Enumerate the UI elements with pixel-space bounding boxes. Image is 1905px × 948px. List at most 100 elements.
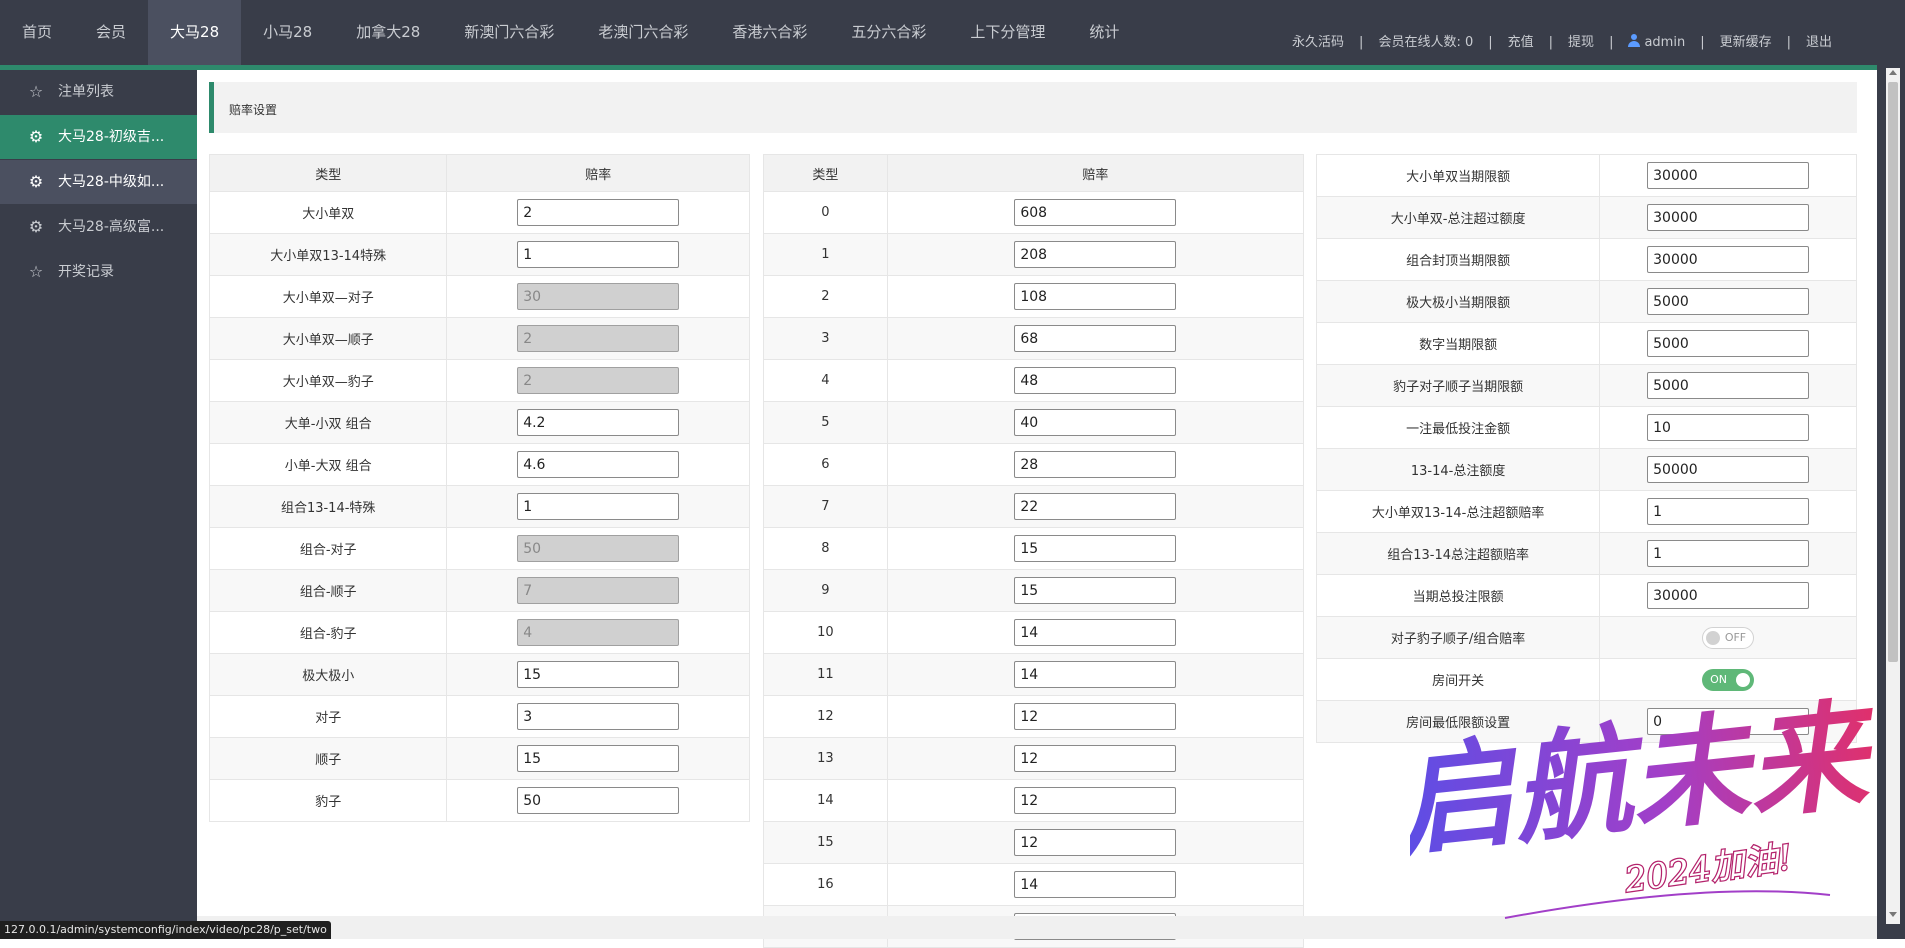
table-row: 大小单双当期限额 <box>1315 154 1857 197</box>
user-menu[interactable]: admin <box>1613 33 1700 53</box>
limit-input[interactable] <box>1647 246 1810 273</box>
refresh-cache-link[interactable]: 更新缓存 <box>1705 33 1787 53</box>
odds-input[interactable] <box>517 241 680 268</box>
table-row: 房间开关 ON <box>1315 658 1857 701</box>
nav-item-hongkong-lottery[interactable]: 香港六合彩 <box>710 0 829 65</box>
nav-item-xiaoma28[interactable]: 小马28 <box>241 0 334 65</box>
limit-input[interactable] <box>1647 456 1810 483</box>
odds-input <box>517 283 680 310</box>
odds-type-label: 顺子 <box>208 737 448 780</box>
nav-item-home[interactable]: 首页 <box>0 0 74 65</box>
horizontal-scrollbar[interactable] <box>197 916 1877 939</box>
nav-item-statistics[interactable]: 统计 <box>1067 0 1141 65</box>
odds-value-cell <box>886 821 1305 864</box>
scroll-down-icon[interactable] <box>1889 912 1897 917</box>
nav-item-five-min-lottery[interactable]: 五分六合彩 <box>829 0 948 65</box>
toggle-state-label: OFF <box>1724 630 1747 644</box>
recharge-link[interactable]: 充值 <box>1493 33 1549 53</box>
table-row: 大小单双 <box>208 191 750 234</box>
odds-input[interactable] <box>1014 409 1177 436</box>
limit-value-cell <box>1599 196 1857 239</box>
odds-input[interactable] <box>1014 199 1177 226</box>
limit-value-cell <box>1599 364 1857 407</box>
number-label: 13 <box>763 737 888 780</box>
limit-input[interactable] <box>1647 498 1810 525</box>
odds-input[interactable] <box>517 493 680 520</box>
odds-input[interactable] <box>517 787 680 814</box>
table-row: 对子豹子顺子/组合赔率 OFF <box>1315 616 1857 659</box>
toggle-switch[interactable]: ON <box>1702 668 1755 691</box>
scroll-up-icon[interactable] <box>1889 70 1897 75</box>
number-label: 4 <box>763 359 888 402</box>
table-row: 顺子 <box>208 737 750 780</box>
odds-input[interactable] <box>1014 535 1177 562</box>
odds-input[interactable] <box>1014 325 1177 352</box>
number-label: 15 <box>763 821 888 864</box>
min-limit-input[interactable] <box>1647 708 1810 735</box>
limit-input[interactable] <box>1647 372 1810 399</box>
sidebar-item-dama28-middle[interactable]: ⚙ 大马28-中级如... <box>0 160 197 204</box>
scrollbar-thumb[interactable] <box>1888 82 1898 662</box>
limit-input[interactable] <box>1647 162 1810 189</box>
nav-item-canada28[interactable]: 加拿大28 <box>334 0 442 65</box>
odds-input[interactable] <box>1014 661 1177 688</box>
sidebar-item-dama28-junior[interactable]: ⚙ 大马28-初级吉... <box>0 115 197 159</box>
odds-type-label: 豹子 <box>208 779 448 822</box>
odds-input[interactable] <box>1014 577 1177 604</box>
odds-input[interactable] <box>1014 787 1177 814</box>
odds-input[interactable] <box>517 199 680 226</box>
table-row: 4 <box>763 359 1305 402</box>
odds-input[interactable] <box>1014 871 1177 898</box>
top-nav-menu: 首页 会员 大马28 小马28 加拿大28 新澳门六合彩 老澳门六合彩 香港六合… <box>0 0 1141 65</box>
table-row: 组合13-14总注超额赔率 <box>1315 532 1857 575</box>
odds-table-numbers: 类型 赔率 01234567891011121314151617 <box>763 154 1305 948</box>
odds-input[interactable] <box>1014 283 1177 310</box>
nav-item-members[interactable]: 会员 <box>74 0 148 65</box>
odds-input[interactable] <box>1014 829 1177 856</box>
odds-input[interactable] <box>1014 493 1177 520</box>
nav-item-dama28[interactable]: 大马28 <box>148 0 242 65</box>
nav-item-old-macau-lottery[interactable]: 老澳门六合彩 <box>576 0 710 65</box>
sidebar-item-dama28-senior[interactable]: ⚙ 大马28-高级富... <box>0 205 197 249</box>
user-icon <box>1628 33 1641 47</box>
limit-input[interactable] <box>1647 204 1810 231</box>
toggle-state-label: ON <box>1710 672 1728 686</box>
odds-input[interactable] <box>517 409 680 436</box>
odds-input[interactable] <box>1014 451 1177 478</box>
permanent-code-link[interactable]: 永久活码 <box>1277 33 1359 53</box>
odds-input[interactable] <box>517 745 680 772</box>
odds-input <box>517 325 680 352</box>
sidebar-item-bet-list[interactable]: ☆ 注单列表 <box>0 70 197 114</box>
sidebar-item-label: 大马28-初级吉... <box>58 129 165 145</box>
page-title: 赔率设置 <box>229 103 278 117</box>
odds-value-cell <box>446 401 750 444</box>
odds-value-cell <box>886 233 1305 276</box>
main-content: 赔率设置 类型 赔率 大小单双大小单双13-14特殊大小单双—对子大小单双—顺子… <box>197 70 1877 948</box>
limit-input[interactable] <box>1647 330 1810 357</box>
limit-input[interactable] <box>1647 288 1810 315</box>
limit-input[interactable] <box>1647 582 1810 609</box>
odds-value-cell <box>446 317 750 360</box>
odds-input[interactable] <box>517 451 680 478</box>
table-row: 8 <box>763 527 1305 570</box>
odds-input[interactable] <box>1014 619 1177 646</box>
odds-input[interactable] <box>1014 241 1177 268</box>
toggle-switch[interactable]: OFF <box>1702 626 1755 649</box>
odds-value-cell <box>886 779 1305 822</box>
sidebar-item-draw-records[interactable]: ☆ 开奖记录 <box>0 250 197 294</box>
limit-input[interactable] <box>1647 540 1810 567</box>
logout-link[interactable]: 退出 <box>1791 33 1847 53</box>
online-members: 会员在线人数: 0 <box>1363 33 1488 53</box>
withdraw-link[interactable]: 提现 <box>1553 33 1609 53</box>
odds-input[interactable] <box>1014 367 1177 394</box>
table-row: 大小单双13-14特殊 <box>208 233 750 276</box>
limit-input[interactable] <box>1647 414 1810 441</box>
table-row: 9 <box>763 569 1305 612</box>
odds-input[interactable] <box>517 661 680 688</box>
number-label: 8 <box>763 527 888 570</box>
odds-input[interactable] <box>1014 745 1177 772</box>
nav-item-credit-management[interactable]: 上下分管理 <box>948 0 1067 65</box>
odds-input[interactable] <box>517 703 680 730</box>
nav-item-new-macau-lottery[interactable]: 新澳门六合彩 <box>442 0 576 65</box>
odds-input[interactable] <box>1014 703 1177 730</box>
